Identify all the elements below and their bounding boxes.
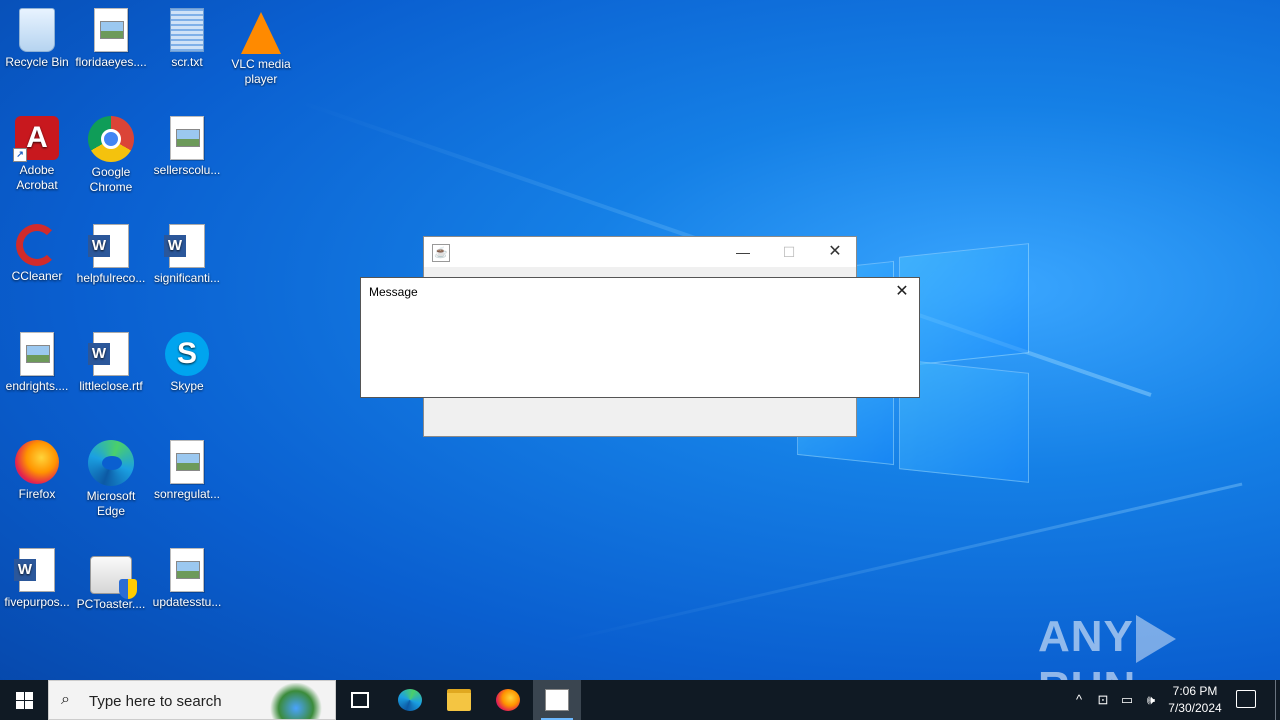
desktop-icon-adobe-acrobat[interactable]: A ↗ Adobe Acrobat — [0, 116, 74, 193]
desktop-icon-fivepurpos[interactable]: fivepurpos... — [0, 548, 74, 610]
close-button[interactable]: ✕ — [812, 237, 858, 267]
image-file-icon — [170, 116, 204, 160]
desktop-icon-label: Google Chrome — [89, 165, 133, 194]
desktop-icon-google-chrome[interactable]: Google Chrome — [74, 116, 148, 195]
text-file-icon — [170, 8, 204, 52]
firefox-icon — [496, 689, 520, 711]
ccleaner-icon — [16, 224, 58, 266]
desktop-icon-pctoaster[interactable]: PCToaster.... — [74, 548, 148, 612]
tray-device-icon[interactable]: ⊡ — [1092, 680, 1114, 720]
start-button[interactable] — [0, 680, 48, 720]
adobe-acrobat-icon: A ↗ — [13, 116, 59, 162]
desktop-icon-label: CCleaner — [11, 269, 63, 283]
chrome-icon — [88, 116, 134, 162]
image-file-icon — [20, 332, 54, 376]
desktop-icon-sonregulat[interactable]: sonregulat... — [150, 440, 224, 502]
search-placeholder: Type here to search — [89, 693, 222, 710]
desktop-icon-label: scr.txt — [171, 55, 203, 69]
desktop-icon-label: floridaeyes.... — [75, 55, 147, 69]
clock[interactable]: 7:06 PM 7/30/2024 — [1162, 683, 1228, 717]
desktop-icon-microsoft-edge[interactable]: Microsoft Edge — [74, 440, 148, 519]
desktop-icon-firefox[interactable]: Firefox — [0, 440, 74, 502]
desktop-icon-recycle-bin[interactable]: Recycle Bin — [0, 8, 74, 70]
desktop-icon-updatesstu[interactable]: updatesstu... — [150, 548, 224, 610]
java-window-titlebar[interactable]: ☕ — ☐ ✕ — [424, 237, 856, 267]
taskbar-search-box[interactable]: ⌕ Type here to search — [48, 680, 336, 720]
search-highlight-image — [261, 683, 331, 719]
taskbar-java-app[interactable] — [533, 680, 581, 720]
desktop-icon-label: littleclose.rtf — [79, 379, 143, 393]
dialog-title: Message — [369, 285, 418, 299]
desktop-icon-label: PCToaster.... — [76, 597, 146, 611]
maximize-button[interactable]: ☐ — [766, 237, 812, 267]
word-doc-icon — [88, 332, 129, 376]
desktop-icon-label: Firefox — [18, 487, 56, 501]
desktop-icon-label: significanti... — [153, 271, 221, 285]
desktop-icon-label: sellerscolu... — [153, 163, 221, 177]
anyrun-watermark: ANYRUN — [1038, 612, 1238, 712]
show-desktop-button[interactable] — [1275, 680, 1276, 720]
desktop-icon-scr-txt[interactable]: scr.txt — [150, 8, 224, 70]
pctoaster-icon — [90, 556, 137, 599]
java-app-icon: ☕ — [432, 244, 450, 262]
desktop-icon-label: endrights.... — [5, 379, 69, 393]
volume-icon[interactable]: 🕪 — [1140, 680, 1162, 720]
recycle-bin-icon — [19, 8, 55, 52]
desktop-icon-label: Microsoft Edge — [86, 489, 136, 518]
taskbar-edge[interactable] — [386, 680, 434, 720]
word-doc-icon — [14, 548, 55, 592]
desktop-icon-ccleaner[interactable]: CCleaner — [0, 224, 74, 284]
windows-logo-icon — [16, 692, 24, 700]
desktop-icon-label: Skype — [170, 379, 204, 393]
network-icon[interactable]: ▭ — [1116, 680, 1138, 720]
desktop-icon-label: helpfulreco... — [76, 271, 146, 285]
word-doc-icon — [88, 224, 129, 268]
desktop-icon-label: Adobe Acrobat — [16, 163, 58, 192]
task-view-icon — [351, 692, 369, 708]
desktop-icon-label: sonregulat... — [153, 487, 221, 501]
desktop-icon-littleclose[interactable]: littleclose.rtf — [74, 332, 148, 394]
desktop-icon-label: Recycle Bin — [5, 55, 69, 69]
java-app-icon — [545, 689, 569, 711]
desktop-icon-helpfulreco[interactable]: helpfulreco... — [74, 224, 148, 286]
image-file-icon — [170, 440, 204, 484]
search-icon: ⌕ — [61, 691, 70, 708]
notifications-icon[interactable] — [1236, 690, 1256, 708]
desktop-icon-sellerscolu[interactable]: sellerscolu... — [150, 116, 224, 178]
vlc-icon — [241, 12, 281, 54]
desktop-icon-skype[interactable]: S Skype — [150, 332, 224, 394]
taskbar-firefox[interactable] — [484, 680, 532, 720]
desktop-icon-label: VLC media player — [231, 57, 291, 86]
minimize-button[interactable]: — — [720, 237, 766, 267]
clock-time: 7:06 PM — [1172, 684, 1218, 698]
image-file-icon — [170, 548, 204, 592]
word-doc-icon — [164, 224, 205, 268]
skype-icon: S — [165, 332, 209, 376]
message-dialog[interactable]: Message ✕ — [360, 277, 920, 398]
image-file-icon — [94, 8, 128, 52]
desktop-icon-label: updatesstu... — [152, 595, 222, 609]
edge-icon — [398, 689, 422, 711]
desktop-icon-label: fivepurpos... — [4, 595, 70, 609]
desktop-icon-vlc[interactable]: VLC media player — [224, 8, 298, 87]
firefox-icon — [15, 440, 59, 484]
taskbar: ⌕ Type here to search ^ ⊡ ▭ 🕪 7:06 PM 7/… — [0, 680, 1280, 720]
clock-date: 7/30/2024 — [1168, 701, 1222, 715]
watermark-text-left: ANY — [1038, 612, 1134, 661]
edge-icon — [88, 440, 134, 486]
play-icon — [1135, 615, 1176, 664]
task-view-button[interactable] — [336, 680, 384, 720]
folder-icon — [447, 689, 471, 711]
tray-overflow-chevron-icon[interactable]: ^ — [1068, 680, 1090, 720]
desktop-icon-floridaeyes[interactable]: floridaeyes.... — [74, 8, 148, 70]
desktop-icon-significanti[interactable]: significanti... — [150, 224, 224, 286]
dialog-close-button[interactable]: ✕ — [887, 278, 917, 306]
taskbar-file-explorer[interactable] — [435, 680, 483, 720]
desktop-icon-endrights[interactable]: endrights.... — [0, 332, 74, 394]
